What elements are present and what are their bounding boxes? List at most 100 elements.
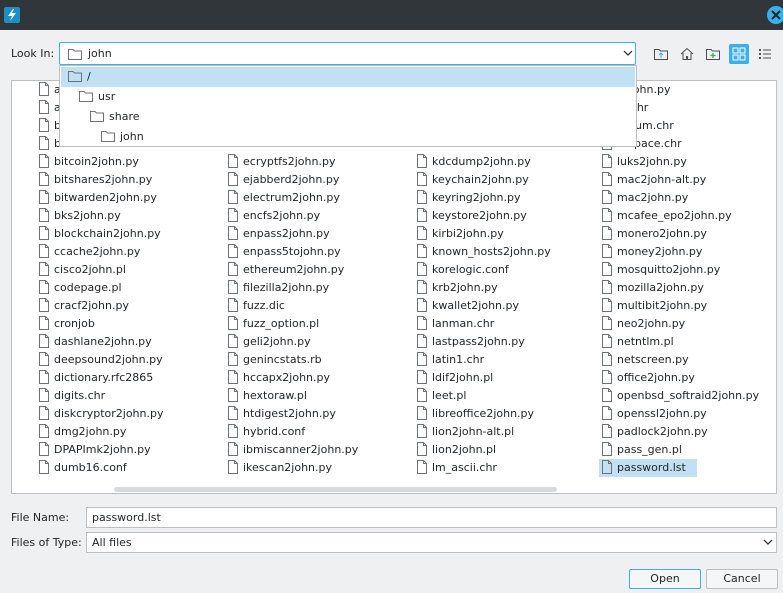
- file-item[interactable]: enpass5tojohn.py: [225, 243, 395, 261]
- file-item[interactable]: password.lst: [599, 459, 697, 477]
- file-item[interactable]: luks2john.py: [599, 153, 697, 171]
- file-item[interactable]: ejabberd2john.py: [225, 171, 395, 189]
- file-item[interactable]: htdigest2john.py: [225, 405, 395, 423]
- file-item[interactable]: lastpass2john.py: [414, 333, 584, 351]
- file-item[interactable]: hccapx2john.py: [225, 369, 395, 387]
- file-item[interactable]: hextoraw.pl: [225, 387, 395, 405]
- file-item-name: geli2john.py: [243, 335, 311, 348]
- file-item[interactable]: dictionary.rfc2865: [36, 369, 206, 387]
- home-button[interactable]: [677, 44, 697, 64]
- file-item-name: cisco2john.pl: [54, 263, 126, 276]
- file-item[interactable]: digits.chr: [36, 387, 206, 405]
- file-item[interactable]: keystore2john.py: [414, 207, 584, 225]
- file-icon: [39, 352, 49, 366]
- path-item[interactable]: john: [61, 127, 635, 147]
- open-button[interactable]: Open: [629, 569, 701, 589]
- file-item[interactable]: libreoffice2john.py: [414, 405, 584, 423]
- file-item[interactable]: pass_gen.pl: [599, 441, 697, 459]
- file-item[interactable]: monero2john.py: [599, 225, 707, 243]
- file-item[interactable]: keychain2john.py: [414, 171, 584, 189]
- file-item[interactable]: filezilla2john.py: [225, 279, 395, 297]
- file-item[interactable]: cracf2john.py: [36, 297, 206, 315]
- file-item[interactable]: fuzz.dic: [225, 297, 395, 315]
- path-item[interactable]: share: [61, 107, 635, 127]
- file-item[interactable]: lm_ascii.chr: [414, 459, 584, 477]
- file-item[interactable]: cisco2john.pl: [36, 261, 206, 279]
- file-item[interactable]: mozilla2john.py: [599, 279, 704, 297]
- path-dropdown[interactable]: / usr share john: [59, 65, 637, 147]
- file-item[interactable]: dmg2john.py: [36, 423, 206, 441]
- file-item[interactable]: latin1.chr: [414, 351, 584, 369]
- file-item[interactable]: ibmiscanner2john.py: [225, 441, 395, 459]
- file-item[interactable]: mosquitto2john.py: [599, 261, 720, 279]
- list-view-button[interactable]: [755, 44, 775, 64]
- file-item[interactable]: leet.pl: [414, 387, 584, 405]
- file-item[interactable]: dumb16.conf: [36, 459, 206, 477]
- file-item[interactable]: ldif2john.pl: [414, 369, 584, 387]
- file-item[interactable]: office2john.py: [599, 369, 697, 387]
- path-item[interactable]: usr: [61, 87, 635, 107]
- file-item[interactable]: codepage.pl: [36, 279, 206, 297]
- file-icon: [39, 262, 49, 276]
- file-icon: [417, 406, 427, 420]
- new-folder-button[interactable]: [703, 44, 723, 64]
- file-item[interactable]: netscreen.py: [599, 351, 697, 369]
- file-item[interactable]: cronjob: [36, 315, 206, 333]
- file-item[interactable]: ccache2john.py: [36, 243, 206, 261]
- file-item[interactable]: known_hosts2john.py: [414, 243, 584, 261]
- file-icon: [417, 334, 427, 348]
- up-folder-button[interactable]: [651, 44, 671, 64]
- horizontal-scrollbar[interactable]: [114, 487, 557, 492]
- file-item[interactable]: hybrid.conf: [225, 423, 395, 441]
- file-item[interactable]: lion2john.pl: [414, 441, 584, 459]
- file-item[interactable]: fuzz_option.pl: [225, 315, 395, 333]
- file-item-name: libreoffice2john.py: [432, 407, 535, 420]
- file-item[interactable]: mac2john-alt.py: [599, 171, 706, 189]
- file-item[interactable]: kdcdump2john.py: [414, 153, 584, 171]
- file-item[interactable]: ikescan2john.py: [225, 459, 395, 477]
- grid-view-button[interactable]: [729, 44, 749, 64]
- file-item[interactable]: dashlane2john.py: [36, 333, 206, 351]
- file-item[interactable]: encfs2john.py: [225, 207, 395, 225]
- file-item[interactable]: ecryptfs2john.py: [225, 153, 395, 171]
- file-item[interactable]: geli2john.py: [225, 333, 395, 351]
- file-item-name: netntlm.pl: [617, 335, 674, 348]
- look-in-label: Look In:: [11, 47, 55, 60]
- file-item[interactable]: bitcoin2john.py: [36, 153, 206, 171]
- file-item-name: diskcryptor2john.py: [54, 407, 164, 420]
- file-item[interactable]: neo2john.py: [599, 315, 697, 333]
- close-icon[interactable]: [767, 6, 783, 24]
- file-item[interactable]: bitshares2john.py: [36, 171, 206, 189]
- file-item[interactable]: kwallet2john.py: [414, 297, 584, 315]
- file-item[interactable]: bitwarden2john.py: [36, 189, 206, 207]
- file-item[interactable]: deepsound2john.py: [36, 351, 206, 369]
- file-type-select[interactable]: All files: [86, 532, 777, 553]
- file-item[interactable]: lion2john-alt.pl: [414, 423, 584, 441]
- file-item[interactable]: genincstats.rb: [225, 351, 395, 369]
- cancel-button[interactable]: Cancel: [706, 569, 778, 589]
- file-item[interactable]: kirbi2john.py: [414, 225, 584, 243]
- file-item[interactable]: diskcryptor2john.py: [36, 405, 206, 423]
- file-item[interactable]: DPAPImk2john.py: [36, 441, 206, 459]
- file-item[interactable]: korelogic.conf: [414, 261, 584, 279]
- file-item[interactable]: multibit2john.py: [599, 297, 707, 315]
- file-item[interactable]: openbsd_softraid2john.py: [599, 387, 759, 405]
- file-item[interactable]: keyring2john.py: [414, 189, 584, 207]
- path-item[interactable]: /: [61, 67, 635, 87]
- file-item[interactable]: electrum2john.py: [225, 189, 395, 207]
- file-item[interactable]: blockchain2john.py: [36, 225, 206, 243]
- file-item[interactable]: mcafee_epo2john.py: [599, 207, 732, 225]
- file-item[interactable]: padlock2john.py: [599, 423, 708, 441]
- file-item[interactable]: bks2john.py: [36, 207, 206, 225]
- file-item[interactable]: netntlm.pl: [599, 333, 697, 351]
- file-item[interactable]: money2john.py: [599, 243, 702, 261]
- file-name-input[interactable]: password.lst: [86, 507, 777, 528]
- file-item[interactable]: openssl2john.py: [599, 405, 707, 423]
- file-item[interactable]: ethereum2john.py: [225, 261, 395, 279]
- file-item[interactable]: enpass2john.py: [225, 225, 395, 243]
- file-icon: [228, 460, 238, 474]
- file-item[interactable]: krb2john.py: [414, 279, 584, 297]
- look-in-combo[interactable]: john: [59, 42, 636, 65]
- file-item[interactable]: lanman.chr: [414, 315, 584, 333]
- file-item[interactable]: mac2john.py: [599, 189, 697, 207]
